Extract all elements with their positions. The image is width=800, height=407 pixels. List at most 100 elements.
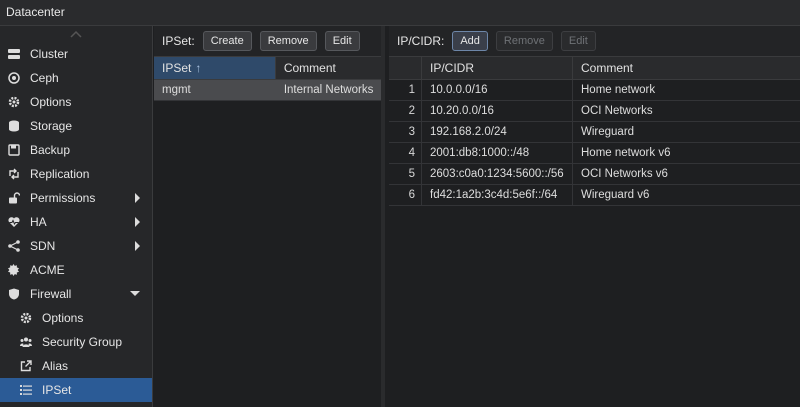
column-header-cidr[interactable]: IP/CIDR	[422, 57, 573, 79]
column-header-label: Comment	[581, 61, 634, 75]
sidebar-item-cluster[interactable]: Cluster	[0, 42, 152, 66]
sidebar-item-label: Backup	[30, 143, 71, 157]
sidebar-item-label: Permissions	[30, 191, 96, 205]
comment-cell: Wireguard v6	[581, 189, 650, 201]
sidebar-item-replication[interactable]: Replication	[0, 162, 152, 186]
cidr-cell: 10.20.0.0/16	[422, 101, 573, 121]
row-number: 6	[389, 185, 422, 205]
cidr-cell: fd42:1a2b:3c4d:5e6f::/64	[422, 185, 573, 205]
comment-cell: Home network	[581, 84, 656, 96]
sidebar-item-label: Cluster	[30, 47, 69, 61]
sidebar-item-security-group[interactable]: Security Group	[0, 330, 152, 354]
column-header-label: IPSet	[162, 61, 192, 75]
chevron-up-icon	[70, 30, 82, 38]
cidr-toolbar: IP/CIDR: Add Remove Edit	[389, 26, 800, 56]
cidr-cell: 2001:db8:1000::/48	[422, 143, 573, 163]
sdn-icon	[8, 240, 20, 252]
unlock-icon	[8, 192, 20, 204]
sidebar-item-options[interactable]: Options	[0, 90, 152, 114]
edit-button[interactable]: Edit	[324, 31, 360, 51]
certificate-icon	[8, 264, 20, 276]
shield-icon	[8, 288, 20, 300]
comment-cell: Home network v6	[581, 147, 671, 159]
ipset-panel: IPSet: Create Remove Edit IPSet ↑ Commen…	[154, 26, 385, 407]
sidebar-item-label: Alias	[42, 359, 69, 373]
column-header-label: IP/CIDR	[430, 61, 475, 75]
sidebar-item-ha[interactable]: HA	[0, 210, 152, 234]
floppy-icon	[8, 144, 20, 156]
sidebar-item-label: Ceph	[30, 71, 59, 85]
sidebar-item-firewall-options[interactable]: Options	[0, 306, 152, 330]
sidebar-item-alias[interactable]: Alias	[0, 354, 152, 378]
table-row[interactable]: mgmt Internal Networks	[154, 80, 381, 101]
row-number: 5	[389, 164, 422, 184]
table-row[interactable]: 4 2001:db8:1000::/48 Home network v6	[389, 143, 800, 164]
sidebar-item-permissions[interactable]: Permissions	[0, 186, 152, 210]
retweet-icon	[8, 168, 20, 180]
gear-icon	[8, 96, 20, 108]
gear-icon	[20, 312, 32, 324]
add-button[interactable]: Add	[452, 31, 488, 51]
comment-cell: Wireguard	[581, 126, 635, 138]
ipset-toolbar: IPSet: Create Remove Edit	[154, 26, 381, 56]
sidebar-item-label: Storage	[30, 119, 73, 133]
users-icon	[20, 336, 32, 348]
external-link-icon	[20, 360, 32, 372]
sidebar-item-firewall[interactable]: Firewall	[0, 282, 152, 306]
column-header-index	[389, 57, 422, 79]
table-row[interactable]: 1 10.0.0.0/16 Home network	[389, 80, 800, 101]
ipset-toolbar-label: IPSet:	[162, 34, 195, 48]
sidebar-item-acme[interactable]: ACME	[0, 258, 152, 282]
expand-arrow-icon[interactable]	[135, 241, 140, 251]
column-header-label: Comment	[283, 61, 336, 75]
ipset-comment-cell: Internal Networks	[283, 84, 374, 96]
database-icon	[8, 120, 20, 132]
column-header-comment[interactable]: Comment	[276, 57, 381, 79]
list-icon	[20, 384, 32, 396]
cidr-grid-header: IP/CIDR Comment	[389, 56, 800, 80]
remove-button[interactable]: Remove	[259, 31, 317, 51]
sidebar-item-label: HA	[30, 215, 47, 229]
sidebar-item-sdn[interactable]: SDN	[0, 234, 152, 258]
cidr-panel: IP/CIDR: Add Remove Edit IP/CIDR Comment…	[389, 26, 800, 407]
column-header-comment[interactable]: Comment	[573, 57, 800, 79]
sidebar: Cluster Ceph Options Storage Backup Repl…	[0, 26, 153, 407]
sidebar-item-backup[interactable]: Backup	[0, 138, 152, 162]
table-row[interactable]: 2 10.20.0.0/16 OCI Networks	[389, 101, 800, 122]
edit-button[interactable]: Edit	[560, 31, 596, 51]
table-row[interactable]: 6 fd42:1a2b:3c4d:5e6f::/64 Wireguard v6	[389, 185, 800, 206]
sidebar-item-label: Options	[42, 311, 84, 325]
comment-cell: OCI Networks v6	[581, 168, 668, 180]
column-header-ipset[interactable]: IPSet ↑	[154, 57, 276, 79]
scroll-up-button[interactable]	[0, 26, 152, 42]
sidebar-item-label: ACME	[30, 263, 65, 277]
create-button[interactable]: Create	[202, 31, 252, 51]
sidebar-item-label: Firewall	[30, 287, 72, 301]
row-number: 2	[389, 101, 422, 121]
sidebar-item-label: IPSet	[42, 383, 72, 397]
row-number: 1	[389, 80, 422, 100]
sidebar-item-ipset[interactable]: IPSet	[0, 378, 152, 402]
row-number: 3	[389, 122, 422, 142]
sidebar-item-label: Security Group	[42, 335, 123, 349]
collapse-arrow-icon[interactable]	[130, 291, 140, 296]
comment-cell: OCI Networks	[581, 105, 653, 117]
sort-ascending-icon: ↑	[195, 61, 202, 75]
ipset-name-cell: mgmt	[162, 84, 191, 96]
remove-button[interactable]: Remove	[495, 31, 553, 51]
ceph-icon	[8, 72, 20, 84]
ipset-grid-header: IPSet ↑ Comment	[154, 56, 381, 80]
sidebar-item-label: SDN	[30, 239, 56, 253]
sidebar-item-label: Options	[30, 95, 72, 109]
cidr-cell: 2603:c0a0:1234:5600::/56	[422, 164, 573, 184]
table-row[interactable]: 5 2603:c0a0:1234:5600::/56 OCI Networks …	[389, 164, 800, 185]
sidebar-item-label: Replication	[30, 167, 90, 181]
server-icon	[8, 48, 20, 60]
row-number: 4	[389, 143, 422, 163]
heartbeat-icon	[8, 216, 20, 228]
expand-arrow-icon[interactable]	[135, 193, 140, 203]
table-row[interactable]: 3 192.168.2.0/24 Wireguard	[389, 122, 800, 143]
sidebar-item-storage[interactable]: Storage	[0, 114, 152, 138]
expand-arrow-icon[interactable]	[135, 217, 140, 227]
sidebar-item-ceph[interactable]: Ceph	[0, 66, 152, 90]
